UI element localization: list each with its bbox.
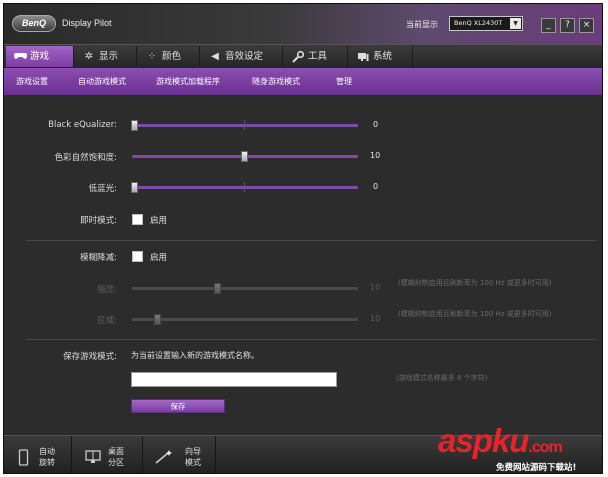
- slider-center-tick: [244, 182, 245, 192]
- rotate-icon: [18, 449, 32, 466]
- aspku-watermark: aspku.com 免费网站源码下载站!: [438, 422, 602, 473]
- area-value: 10: [370, 314, 381, 323]
- subtab-portable-game-mode[interactable]: 随身游戏模式: [252, 68, 300, 95]
- low-blue-light-label: 低蓝光:: [88, 184, 117, 194]
- watermark-brand: aspku: [438, 422, 529, 459]
- subtab-auto-game-mode[interactable]: 自动游戏模式: [78, 68, 126, 95]
- area-note: (模糊抑制启用且刷新率为 100 Hz 或更多时可用): [398, 310, 552, 318]
- instant-mode-option: 启用: [150, 216, 168, 226]
- main-tab-bar: 游戏 ✲ 显示 ⁘ 颜色 ◀ 音效设定 工具 系统: [4, 44, 602, 68]
- help-button[interactable]: ?: [560, 18, 575, 33]
- settings-panel: Black eQualizer: 0 色彩自然饱和度: 10 低蓝光: 0 即时…: [4, 95, 602, 435]
- motion-blur-checkbox[interactable]: [132, 251, 143, 262]
- tab-system[interactable]: 系统: [349, 46, 413, 67]
- wrench-icon: [292, 50, 305, 63]
- low-blue-light-thumb[interactable]: [131, 182, 138, 193]
- intensity-slider[interactable]: [132, 287, 358, 290]
- slider-center-tick: [244, 120, 245, 130]
- monitor-select-value: BenQ XL2430T: [454, 19, 503, 27]
- divider: [26, 240, 596, 241]
- tab-label: 游戏: [30, 51, 50, 62]
- display-pilot-window: BenQ Display Pilot 当前显示 BenQ XL2430T ▼ _…: [3, 3, 603, 474]
- intensity-note: (模糊抑制启用且刷新率为 100 Hz 或更多时可用): [398, 279, 552, 287]
- auto-rotate-label: 自动 旋转: [39, 447, 55, 467]
- monitor-label: 当前显示: [406, 20, 438, 29]
- watermark-tld: .com: [528, 439, 562, 456]
- black-equalizer-slider[interactable]: [132, 124, 358, 127]
- intensity-value: 10: [370, 283, 381, 292]
- desktop-partition-label: 桌面 分区: [108, 447, 124, 467]
- instant-mode-label: 即时模式:: [80, 216, 117, 226]
- area-thumb[interactable]: [154, 314, 161, 325]
- black-equalizer-thumb[interactable]: [131, 120, 138, 131]
- motion-blur-option: 启用: [150, 253, 168, 263]
- subtab-manage[interactable]: 管理: [336, 68, 352, 95]
- app-title: Display Pilot: [62, 18, 112, 28]
- sub-tab-bar: 游戏设置 自动游戏模式 游戏模式加载程序 随身游戏模式 管理: [4, 68, 602, 95]
- tab-color[interactable]: ⁘ 颜色: [138, 46, 200, 67]
- intensity-thumb[interactable]: [214, 283, 221, 294]
- save-mode-hint: 为当前设置输入新的游戏模式名称。: [131, 351, 259, 360]
- tab-display[interactable]: ✲ 显示: [75, 46, 137, 67]
- monitor-select[interactable]: BenQ XL2430T ▼: [449, 16, 523, 31]
- saturation-value: 10: [370, 151, 381, 160]
- subtab-game-settings[interactable]: 游戏设置: [16, 68, 48, 95]
- close-button[interactable]: ×: [579, 18, 594, 33]
- brightness-icon: ✲: [84, 51, 94, 62]
- watermark-subtitle: 免费网站源码下载站!: [496, 463, 577, 473]
- system-icon: [357, 51, 369, 63]
- speaker-icon: ◀: [211, 51, 219, 62]
- low-blue-light-slider[interactable]: [132, 186, 358, 189]
- divider: [26, 339, 596, 340]
- game-mode-name-input[interactable]: [131, 372, 337, 387]
- desktop-partition-button[interactable]: 桌面 分区: [73, 436, 143, 473]
- subtab-game-mode-loader[interactable]: 游戏模式加载程序: [156, 68, 220, 95]
- saturation-thumb[interactable]: [241, 151, 248, 162]
- benq-logo: BenQ: [12, 15, 56, 32]
- black-equalizer-label: Black eQualizer:: [48, 120, 117, 130]
- area-label: 区域:: [97, 316, 117, 326]
- wizard-mode-button[interactable]: 向导 模式: [144, 436, 216, 473]
- chevron-down-icon[interactable]: ▼: [510, 18, 521, 29]
- save-button[interactable]: 保存: [131, 399, 225, 413]
- area-slider[interactable]: [132, 318, 358, 321]
- tab-label: 颜色: [162, 51, 182, 62]
- minimize-button[interactable]: _: [541, 18, 556, 33]
- tab-label: 系统: [373, 51, 393, 62]
- desktop-partition-icon: [85, 449, 101, 463]
- save-mode-label: 保存游戏模式:: [63, 352, 117, 362]
- motion-blur-label: 模糊降减:: [80, 253, 117, 263]
- wizard-mode-label: 向导 模式: [185, 447, 201, 467]
- save-mode-limit-note: (游戏模式名称最多 8 个字符): [396, 374, 488, 382]
- tab-label: 音效设定: [225, 51, 264, 62]
- instant-mode-checkbox[interactable]: [132, 214, 143, 225]
- title-bar: BenQ Display Pilot 当前显示 BenQ XL2430T ▼ _…: [4, 4, 602, 44]
- tab-game[interactable]: 游戏: [6, 46, 74, 67]
- black-equalizer-value: 0: [373, 120, 379, 129]
- tab-label: 工具: [308, 51, 328, 62]
- auto-rotate-button[interactable]: 自动 旋转: [4, 436, 72, 473]
- wizard-icon: [154, 449, 172, 464]
- low-blue-light-value: 0: [373, 182, 379, 191]
- intensity-label: 强度:: [97, 285, 117, 295]
- tab-tools[interactable]: 工具: [284, 46, 348, 67]
- tab-label: 显示: [99, 51, 119, 62]
- gamepad-icon: [14, 51, 27, 63]
- saturation-label: 色彩自然饱和度:: [54, 153, 117, 163]
- tab-audio[interactable]: ◀ 音效设定: [201, 46, 283, 67]
- palette-icon: ⁘: [147, 51, 157, 62]
